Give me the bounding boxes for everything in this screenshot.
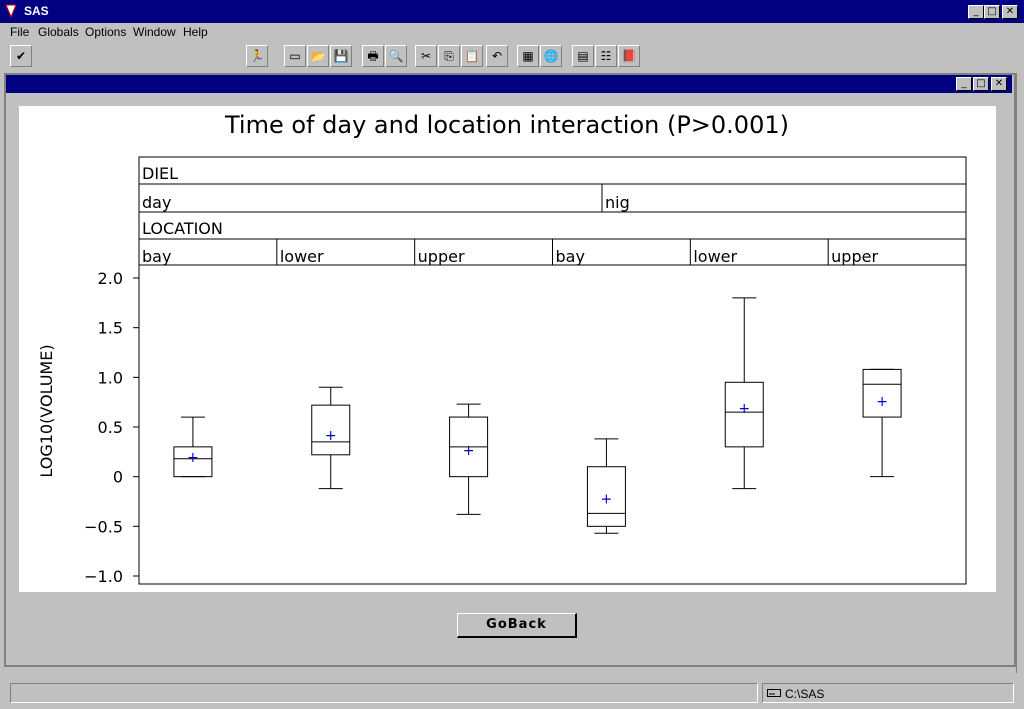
run-icon[interactable]: 🏃 <box>246 45 268 67</box>
y-tick-label: 0.5 <box>98 418 123 437</box>
submit-icon[interactable]: ✔ <box>10 45 32 67</box>
undo-icon[interactable]: ↶ <box>486 45 508 67</box>
chart-title: Time of day and location interaction (P>… <box>224 111 789 139</box>
mean-marker: + <box>876 394 888 410</box>
title-bar: SAS _ □ ✕ <box>0 0 1024 23</box>
toolbar: ✔ 🏃 ▭ 📂 💾 🖶 🔍 ✂ ⎘ 📋 ↶ ▦ 🌐 ▤ ☷ 📕 <box>0 42 1024 108</box>
location-level-label: upper <box>831 247 878 266</box>
menu-bar: File Globals Options Window Help <box>0 23 1024 41</box>
box-nig-bay: + <box>586 438 626 534</box>
status-message <box>10 683 758 703</box>
location-level-label: upper <box>418 247 465 266</box>
status-bar: C:\SAS <box>0 679 1024 709</box>
plot-area: Time of day and location interaction (P>… <box>19 106 996 592</box>
location-level-label: lower <box>280 247 324 266</box>
minimize-button[interactable]: _ <box>968 5 984 19</box>
child-maximize-button[interactable]: □ <box>973 77 989 91</box>
location-level-label: bay <box>142 247 171 266</box>
factor2-label: LOCATION <box>142 219 223 238</box>
graph-window-title-bar: _ □ ✕ <box>6 75 1012 93</box>
box-nig-lower: + <box>724 297 764 490</box>
help-book-icon[interactable]: 📕 <box>618 45 640 67</box>
copy-icon[interactable]: ⎘ <box>438 45 460 67</box>
location-level-label: bay <box>556 247 585 266</box>
window-edge <box>1016 73 1024 673</box>
menu-globals[interactable]: Globals <box>38 25 79 39</box>
window-title: SAS <box>24 4 49 18</box>
box-group: + + + + + + <box>173 297 902 534</box>
drive-icon <box>767 689 781 697</box>
print-preview-icon[interactable]: 🔍 <box>385 45 407 67</box>
paste-icon[interactable]: 📋 <box>461 45 483 67</box>
factor1-level-day: day <box>142 193 171 212</box>
boxplot-chart: Time of day and location interaction (P>… <box>37 111 967 586</box>
y-tick-label: 1.5 <box>98 319 123 338</box>
mean-marker: + <box>463 443 475 459</box>
goback-button[interactable]: GoBack <box>457 613 577 638</box>
close-button[interactable]: ✕ <box>1002 5 1018 19</box>
new-icon[interactable]: ▭ <box>284 45 306 67</box>
box-nig-upper: + <box>862 368 902 478</box>
box-day-bay: + <box>173 416 213 478</box>
menu-options[interactable]: Options <box>85 25 126 39</box>
mean-marker: + <box>187 450 199 466</box>
ms-dos-icon[interactable]: ▦ <box>517 45 539 67</box>
y-tick-label: 1.0 <box>98 368 123 387</box>
y-tick-label: 2.0 <box>98 269 123 288</box>
mean-marker: + <box>738 401 750 417</box>
mean-marker: + <box>325 428 337 444</box>
status-path: C:\SAS <box>785 687 825 701</box>
maximize-button[interactable]: □ <box>984 5 1000 19</box>
box-day-upper: + <box>449 403 489 515</box>
factor1-label: DIEL <box>142 164 178 183</box>
box-day-lower: + <box>311 386 351 490</box>
save-icon[interactable]: 💾 <box>330 45 352 67</box>
menu-help[interactable]: Help <box>183 25 208 39</box>
explorer-icon[interactable]: ▤ <box>572 45 594 67</box>
status-path-field: C:\SAS <box>762 683 1014 703</box>
open-icon[interactable]: 📂 <box>307 45 329 67</box>
cut-icon[interactable]: ✂ <box>415 45 437 67</box>
plot-frame <box>138 264 967 585</box>
y-axis-label: LOG10(VOLUME) <box>37 344 56 477</box>
location-level-label: lower <box>693 247 737 266</box>
factor1-level-nig: nig <box>605 193 630 212</box>
sas-app-icon[interactable] <box>3 3 19 19</box>
menu-window[interactable]: Window <box>133 25 176 39</box>
location-level-row: bay lower upper bay lower upper <box>142 239 878 266</box>
y-tick-label: −1.0 <box>84 567 123 586</box>
child-minimize-button[interactable]: _ <box>956 77 972 91</box>
print-icon[interactable]: 🖶 <box>362 45 384 67</box>
mean-marker: + <box>601 492 613 508</box>
menu-file[interactable]: File <box>10 25 29 39</box>
y-tick-label: 0 <box>113 468 123 487</box>
globe-icon[interactable]: 🌐 <box>540 45 562 67</box>
table-icon[interactable]: ☷ <box>595 45 617 67</box>
child-close-button[interactable]: ✕ <box>991 77 1007 91</box>
y-tick-label: −0.5 <box>84 517 123 536</box>
y-axis: 2.0 1.5 1.0 0.5 0 −0.5 −1.0 <box>84 269 139 586</box>
